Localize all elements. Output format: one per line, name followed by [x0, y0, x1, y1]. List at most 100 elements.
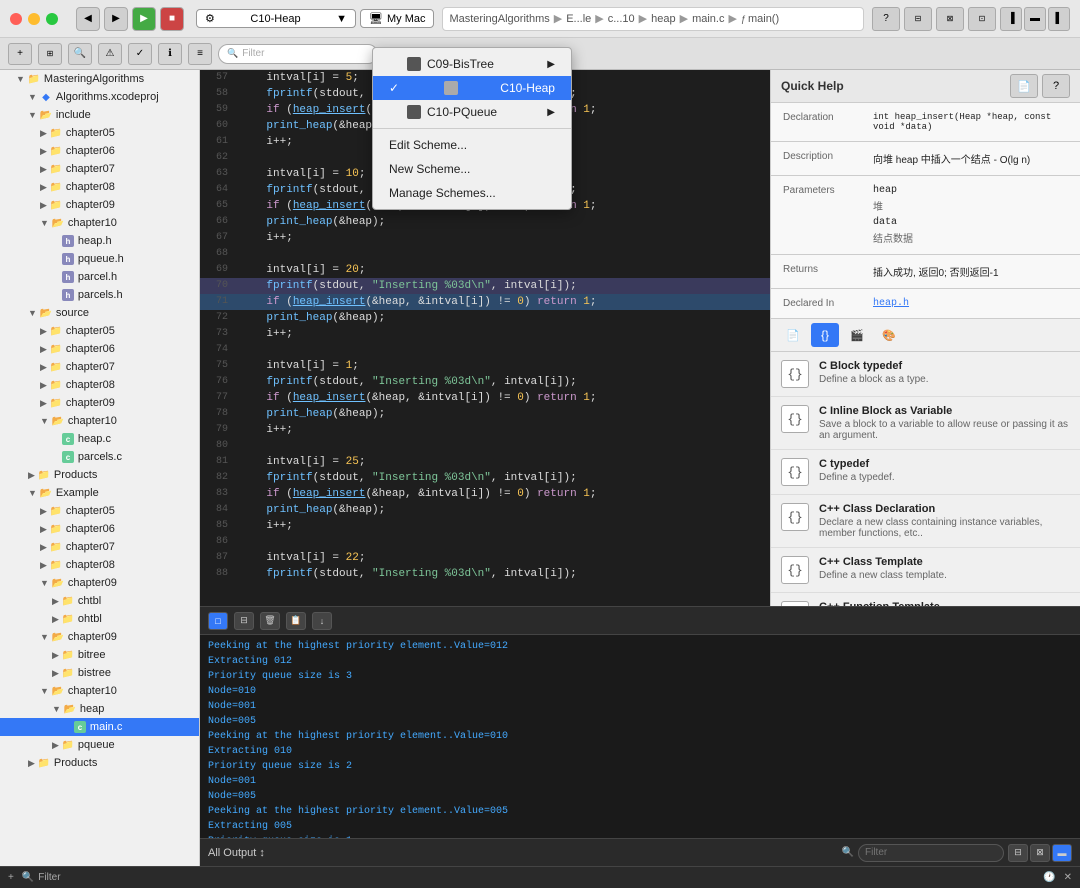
sidebar-item-heapc[interactable]: ▶ c heap.c [0, 430, 199, 448]
sidebar-item-heap-folder[interactable]: ▼ 📂 heap [0, 700, 199, 718]
sidebar-item-ch07-3[interactable]: ▶ 📁 chapter07 [0, 538, 199, 556]
scheme-selector[interactable]: ⚙ C10-Heap ▼ [196, 9, 356, 28]
nav-back-button[interactable]: ◀ [76, 7, 100, 31]
bc-project[interactable]: MasteringAlgorithms [449, 13, 549, 25]
sidebar-item-chtbl[interactable]: ▶ 📁 chtbl [0, 592, 199, 610]
term-multi-btn[interactable]: ⊠ [1030, 844, 1050, 862]
panel-bottom-button[interactable]: ▬ [1024, 7, 1046, 31]
sidebar-item-products2[interactable]: ▶ 📁 Products [0, 754, 199, 772]
bc-folder3[interactable]: heap [651, 13, 675, 25]
sidebar-item-include[interactable]: ▼ 📂 include [0, 106, 199, 124]
sidebar-item-ch05-1[interactable]: ▶ 📁 chapter05 [0, 124, 199, 142]
dd-manage-schemes[interactable]: Manage Schemes... [373, 181, 571, 205]
status-clear-btn[interactable]: ✕ [1064, 872, 1072, 883]
dd-new-scheme[interactable]: New Scheme... [373, 157, 571, 181]
sidebar-item-source[interactable]: ▼ 📂 source [0, 304, 199, 322]
snippet-cinline-block[interactable]: {} C Inline Block as Variable Save a blo… [771, 397, 1080, 450]
term-clear-button[interactable]: □ [208, 612, 228, 630]
run-button[interactable]: ▶ [132, 7, 156, 31]
sidebar-item-ch07-1[interactable]: ▶ 📁 chapter07 [0, 160, 199, 178]
sidebar-item-ch05-3[interactable]: ▶ 📁 chapter05 [0, 502, 199, 520]
dd-edit-scheme[interactable]: Edit Scheme... [373, 133, 571, 157]
sidebar-item-ch06-2[interactable]: ▶ 📁 chapter06 [0, 340, 199, 358]
bc-folder2[interactable]: c...10 [608, 13, 635, 25]
rp-doc-button[interactable]: 📄 [1010, 74, 1038, 98]
sidebar-item-bistree2[interactable]: ▶ 📁 bistree [0, 664, 199, 682]
snippet-tab-doc[interactable]: 📄 [779, 323, 807, 347]
sidebar-item-heaph[interactable]: ▶ h heap.h [0, 232, 199, 250]
sidebar-item-bistree1[interactable]: ▶ 📁 bitree [0, 646, 199, 664]
sidebar-item-ch06-1[interactable]: ▶ 📁 chapter06 [0, 142, 199, 160]
status-filter-btn[interactable]: 🔍 Filter [22, 872, 61, 883]
sidebar-item-example[interactable]: ▼ 📂 Example [0, 484, 199, 502]
add-button[interactable]: + [8, 43, 32, 65]
sidebar-filter-box[interactable]: 🔍 Filter [218, 44, 378, 64]
bc-file[interactable]: main.c [692, 13, 724, 25]
sidebar-item-ch05-2[interactable]: ▶ 📁 chapter05 [0, 322, 199, 340]
term-copy-button[interactable]: 📋 [286, 612, 306, 630]
sidebar-item-ch08-1[interactable]: ▶ 📁 chapter08 [0, 178, 199, 196]
nav-forward-button[interactable]: ▶ [104, 7, 128, 31]
sidebar-item-ch09-2[interactable]: ▶ 📁 chapter09 [0, 394, 199, 412]
sidebar-item-ohtbl[interactable]: ▶ 📁 ohtbl [0, 610, 199, 628]
sidebar-item-ch08-3[interactable]: ▶ 📁 chapter08 [0, 556, 199, 574]
sidebar-item-masteringalgorithms[interactable]: ▼ 📁 MasteringAlgorithms [0, 70, 199, 88]
help-button[interactable]: ? [872, 7, 900, 31]
status-add-button[interactable]: + [8, 872, 14, 883]
grid-button[interactable]: ⊞ [38, 43, 62, 65]
term-trash-button[interactable]: 🗑 [260, 612, 280, 630]
sidebar-item-parcelsh[interactable]: ▶ h parcels.h [0, 286, 199, 304]
panel-right-button[interactable]: ▌ [1048, 7, 1070, 31]
dd-item-c10pqueue[interactable]: C10-PQueue ▶ [373, 100, 571, 124]
snippet-tab-media[interactable]: 🎬 [843, 323, 871, 347]
layout-btn3[interactable]: ⊡ [968, 7, 996, 31]
sidebar-item-pqueueh[interactable]: ▶ h pqueue.h [0, 250, 199, 268]
sidebar-item-pqueue[interactable]: ▶ 📁 pqueue [0, 736, 199, 754]
sidebar-item-ch10-2[interactable]: ▼ 📂 chapter10 [0, 412, 199, 430]
snippet-cpp-class-template[interactable]: {} C++ Class Template Define a new class… [771, 548, 1080, 593]
sidebar-item-ch10-1[interactable]: ▼ 📂 chapter10 [0, 214, 199, 232]
sidebar-item-ch07-2[interactable]: ▶ 📁 chapter07 [0, 358, 199, 376]
panel-left-button[interactable]: ▐ [1000, 7, 1022, 31]
snippet-cpp-fn-template[interactable]: {} C++ Function Template Define a new fu… [771, 593, 1080, 606]
sidebar-item-ch08-2[interactable]: ▶ 📁 chapter08 [0, 376, 199, 394]
declared-value[interactable]: heap.h [873, 298, 909, 309]
term-active-btn[interactable]: ▬ [1052, 844, 1072, 862]
status-right-btn[interactable]: 🕐 [1043, 872, 1055, 883]
sidebar-item-parcelsc[interactable]: ▶ c parcels.c [0, 448, 199, 466]
dd-item-c10heap[interactable]: ✓ C10-Heap [373, 76, 571, 100]
check-button[interactable]: ✓ [128, 43, 152, 65]
sidebar-item-ch09-3[interactable]: ▼ 📂 chapter09 [0, 574, 199, 592]
close-button[interactable] [10, 13, 22, 25]
bc-function[interactable]: ƒmain() [741, 13, 779, 25]
sidebar-item-ch10-3[interactable]: ▼ 📂 chapter10 [0, 682, 199, 700]
layout-btn2[interactable]: ⊠ [936, 7, 964, 31]
term-layout-button[interactable]: ⊟ [234, 612, 254, 630]
minimize-button[interactable] [28, 13, 40, 25]
info-button[interactable]: ℹ [158, 43, 182, 65]
sidebar-item-xcodeproj[interactable]: ▼ ◆ Algorithms.xcodeproj [0, 88, 199, 106]
dd-item-c09[interactable]: C09-BisTree ▶ [373, 52, 571, 76]
layout-btn1[interactable]: ⊟ [904, 7, 932, 31]
search-button[interactable]: 🔍 [68, 43, 92, 65]
sidebar-item-ch06-3[interactable]: ▶ 📁 chapter06 [0, 520, 199, 538]
sort-button[interactable]: ≡ [188, 43, 212, 65]
sidebar-item-parcelh[interactable]: ▶ h parcel.h [0, 268, 199, 286]
snippet-cblock-typedef[interactable]: {} C Block typedef Define a block as a t… [771, 352, 1080, 397]
warning-button[interactable]: ⚠ [98, 43, 122, 65]
sidebar-item-ch09-4[interactable]: ▼ 📂 chapter09 [0, 628, 199, 646]
snippet-tab-color[interactable]: 🎨 [875, 323, 903, 347]
sidebar-item-products1[interactable]: ▶ 📁 Products [0, 466, 199, 484]
snippet-cpp-class-decl[interactable]: {} C++ Class Declaration Declare a new c… [771, 495, 1080, 548]
stop-button[interactable]: ■ [160, 7, 184, 31]
term-jump-button[interactable]: ↓ [312, 612, 332, 630]
sidebar-item-mainc[interactable]: ▶ c main.c [0, 718, 199, 736]
terminal-filter-input[interactable] [858, 844, 1004, 862]
rp-help-button[interactable]: ? [1042, 74, 1070, 98]
snippet-tab-code[interactable]: {} [811, 323, 839, 347]
target-selector[interactable]: 🖥 My Mac [360, 9, 434, 28]
maximize-button[interactable] [46, 13, 58, 25]
sidebar-item-ch09-1[interactable]: ▶ 📁 chapter09 [0, 196, 199, 214]
bc-folder1[interactable]: E...le [566, 13, 591, 25]
snippet-ctypedef[interactable]: {} C typedef Define a typedef. [771, 450, 1080, 495]
